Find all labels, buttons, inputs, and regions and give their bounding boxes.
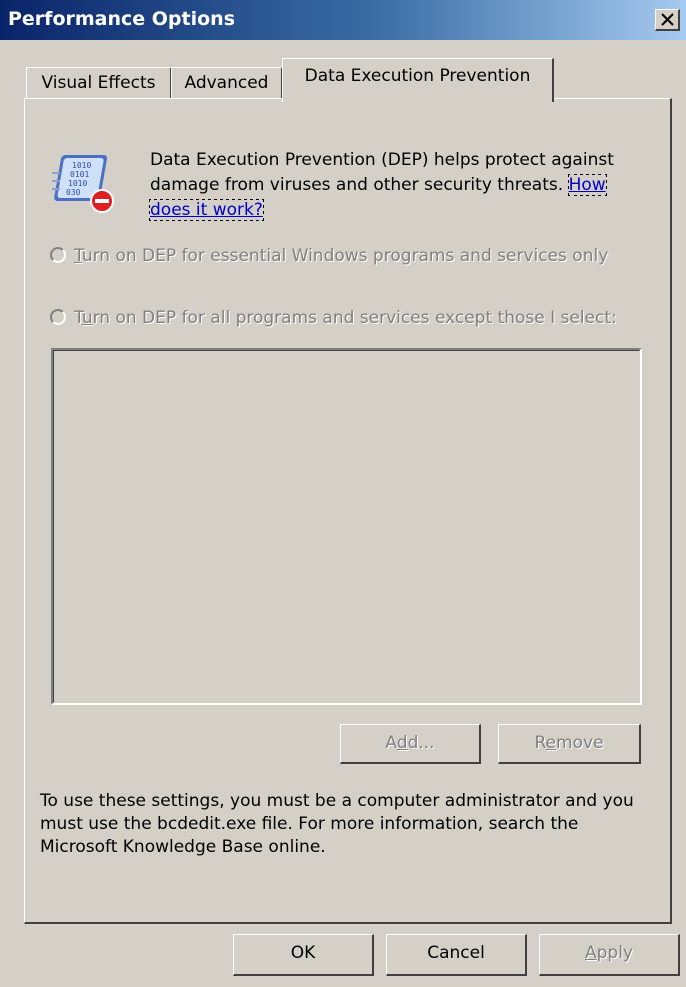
performance-options-dialog: Performance Options Visual Effects Advan… xyxy=(0,0,686,987)
intro-description: Data Execution Prevention (DEP) helps pr… xyxy=(150,150,614,195)
radio-essential-only[interactable]: Turn on DEP for essential Windows progra… xyxy=(50,244,650,294)
add-button[interactable]: Add... xyxy=(340,724,481,764)
radio-label: Turn on DEP for essential Windows progra… xyxy=(74,246,609,266)
tab-data-execution-prevention[interactable]: Data Execution Prevention xyxy=(282,58,554,102)
ok-button[interactable]: OK xyxy=(233,934,374,976)
tab-label: Advanced xyxy=(184,73,269,93)
svg-text:1010: 1010 xyxy=(68,179,87,188)
tab-label: Data Execution Prevention xyxy=(304,66,531,86)
dep-intro-text: Data Execution Prevention (DEP) helps pr… xyxy=(149,148,650,223)
radio-label: Turn on DEP for all programs and service… xyxy=(74,308,617,328)
radio-button[interactable] xyxy=(50,247,66,263)
cancel-button[interactable]: Cancel xyxy=(386,934,527,976)
tab-visual-effects[interactable]: Visual Effects xyxy=(26,67,172,100)
tab-advanced[interactable]: Advanced xyxy=(171,67,283,100)
close-icon xyxy=(661,13,674,26)
svg-text:0101: 0101 xyxy=(70,170,89,179)
svg-text:1010: 1010 xyxy=(72,161,91,170)
svg-text:030: 030 xyxy=(66,188,81,197)
list-content xyxy=(53,350,640,703)
exception-program-list[interactable] xyxy=(51,348,642,705)
tab-label: Visual Effects xyxy=(41,73,156,93)
window-title: Performance Options xyxy=(8,8,236,30)
administrator-note: To use these settings, you must be a com… xyxy=(40,791,634,857)
title-bar[interactable]: Performance Options xyxy=(0,0,686,40)
remove-button[interactable]: Remove xyxy=(498,724,641,764)
dep-shield-binary-icon: 1010 0101 1010 030 xyxy=(52,155,114,213)
apply-button[interactable]: Apply xyxy=(539,934,680,976)
close-button[interactable] xyxy=(655,9,680,31)
radio-button[interactable] xyxy=(50,309,66,325)
